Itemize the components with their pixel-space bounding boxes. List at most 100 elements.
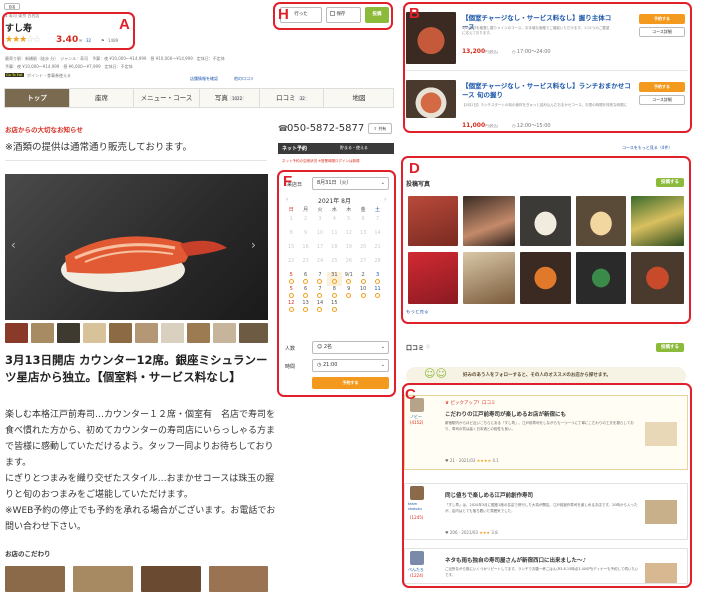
prev-month-icon[interactable]: ‹ (286, 196, 288, 203)
calendar-day[interactable]: 5 (284, 286, 298, 300)
calendar-day: 20 (359, 244, 367, 250)
review-photo[interactable] (645, 422, 677, 446)
photos-more-link[interactable]: もっと見る (406, 310, 429, 316)
thumbnail[interactable] (5, 323, 28, 343)
review-card: 同じ値ちで楽しめる江戸前創作寿司 「すし寿」は、2020年3月に銀座1席の名店で… (404, 483, 688, 540)
other-reviews-link[interactable]: 他の口コミ (234, 76, 254, 82)
kodawari-photo[interactable] (5, 566, 65, 592)
share-button[interactable]: ⇪ 共有 (368, 123, 392, 134)
course-detail-button[interactable]: コース詳細 (639, 95, 685, 105)
thumbnail[interactable] (31, 323, 54, 343)
calendar-day[interactable]: 5 (284, 272, 298, 286)
edit-info-link[interactable]: 店舗情報を確認 (190, 76, 218, 82)
weekday: 月 (303, 207, 309, 213)
tab-top[interactable]: トップ (5, 89, 70, 107)
calendar-day[interactable]: 7 (313, 272, 327, 286)
photos-post-button[interactable]: 投稿する (656, 178, 684, 187)
thumbnail[interactable] (239, 323, 268, 343)
calendar-day[interactable]: 3 (370, 272, 384, 286)
follow-banner-text: 好みのあう人をフォローすると、その人のオススメのお店から探せます。 (463, 373, 611, 378)
calendar-day-selected[interactable]: 31 (327, 272, 342, 286)
course-detail-button[interactable]: コース詳細 (639, 27, 685, 37)
food-photo[interactable] (576, 196, 626, 246)
review-count[interactable]: 32 (86, 38, 91, 44)
kodawari-photo[interactable] (209, 566, 268, 592)
calendar-month: 2021年 8月 (318, 198, 351, 205)
tab-seats[interactable]: 座席 (70, 89, 134, 107)
tab-map[interactable]: 地図 (324, 89, 394, 107)
kuchikomi-post-button[interactable]: 投稿する (656, 343, 684, 352)
calendar-day: 9 (303, 230, 308, 236)
like-icon[interactable]: ♥ (445, 458, 449, 463)
thumbnail[interactable] (109, 323, 132, 343)
calendar-day: 17 (316, 244, 324, 250)
avatar[interactable] (410, 486, 424, 500)
weekday: 日 (288, 207, 294, 213)
food-photo[interactable] (631, 196, 684, 246)
calendar-day[interactable]: 6 (298, 272, 312, 286)
calendar-day: 27 (359, 258, 367, 264)
food-photo[interactable] (463, 196, 515, 246)
calendar-day[interactable]: 13 (298, 300, 312, 314)
course-title[interactable]: 【個室チャージなし・サービス料なし】ランチおまかせコース 旬の握り (462, 82, 634, 100)
main-photo[interactable]: ‹ › (5, 174, 268, 320)
thumbnail[interactable] (57, 323, 80, 343)
thumbnail[interactable] (213, 323, 236, 343)
review-photo[interactable] (645, 563, 677, 583)
food-photo[interactable] (520, 252, 571, 304)
food-photo[interactable] (520, 196, 571, 246)
kodawari-photo[interactable] (73, 566, 133, 592)
review-card: ネタも雨も独自の寿司屋さんが新宿西口に出来ました〜♪ ご近所ながら既にいくつかリ… (404, 548, 688, 584)
calendar-day[interactable]: 14 (313, 300, 327, 314)
calendar-day: 5 (347, 216, 351, 222)
food-photo[interactable] (631, 252, 684, 304)
review-title[interactable]: 同じ値ちで楽しめる江戸前創作寿司 (445, 491, 533, 499)
food-photo[interactable] (463, 252, 515, 304)
tab-menu[interactable]: メニュー・コース (134, 89, 200, 107)
people-select[interactable]: ☺ 2名 ⌄ (312, 341, 389, 354)
calendar-day[interactable]: 6 (298, 286, 312, 300)
thumbnail[interactable] (135, 323, 158, 343)
thumbnail[interactable] (83, 323, 106, 343)
thumbnail[interactable] (161, 323, 184, 343)
review-title[interactable]: こだわりの江戸前寿司が楽しめるお店が新宿にも (445, 410, 566, 418)
calendar-day: 19 (345, 244, 352, 250)
help-icon[interactable]: ⓘ (426, 344, 430, 350)
reviewer-name[interactable]: team shotoku (408, 502, 430, 512)
course-tax: 円(税込) (485, 50, 499, 54)
calendar-day[interactable]: 10 (356, 286, 370, 300)
saved-button[interactable]: 保存 (326, 7, 361, 23)
post-button[interactable]: 投稿 (365, 7, 389, 23)
calendar-day[interactable]: 2 (356, 272, 370, 286)
review-title[interactable]: ネタも雨も独自の寿司屋さんが新宿西口に出来ました〜♪ (445, 556, 586, 564)
calendar-day[interactable]: 9/1 (342, 272, 356, 286)
food-photo[interactable] (576, 252, 626, 304)
calendar-day[interactable]: 8 (327, 286, 341, 300)
date-select[interactable]: 8月31日（火） ⌄ (312, 177, 389, 190)
course-reserve-button[interactable]: 予約する (639, 14, 685, 24)
tab-photos[interactable]: 写真 1022 (200, 89, 260, 107)
like-icon[interactable]: ♥ (445, 530, 449, 535)
calendar-day[interactable]: 11 (370, 286, 384, 300)
course-photo[interactable] (406, 80, 456, 118)
kodawari-photo[interactable] (141, 566, 201, 592)
calendar-day[interactable]: 12 (284, 300, 298, 314)
phone-number[interactable]: 050-5872-5877 (287, 123, 364, 134)
calendar-day: 15 (288, 244, 295, 250)
avatar[interactable] (410, 551, 424, 565)
food-photo[interactable] (408, 196, 458, 246)
next-arrow-icon[interactable]: › (251, 238, 256, 252)
calendar-day[interactable]: 9 (342, 286, 356, 300)
calendar-day[interactable]: 15 (327, 300, 341, 314)
course-reserve-button[interactable]: 予約する (639, 82, 685, 92)
thumbnail[interactable] (187, 323, 210, 343)
prev-arrow-icon[interactable]: ‹ (11, 238, 16, 252)
reserve-submit-button[interactable]: 予約する (312, 377, 389, 389)
time-select[interactable]: ◷ 21:00 ⌄ (312, 359, 389, 372)
food-photo[interactable] (408, 252, 458, 304)
review-photo[interactable] (645, 500, 677, 524)
next-month-icon[interactable]: › (384, 196, 386, 203)
calendar-day[interactable]: 7 (313, 286, 327, 300)
tab-reviews[interactable]: 口コミ 32 (260, 89, 324, 107)
courses-more-link[interactable]: コースをもっと見る（4件） (622, 145, 672, 151)
